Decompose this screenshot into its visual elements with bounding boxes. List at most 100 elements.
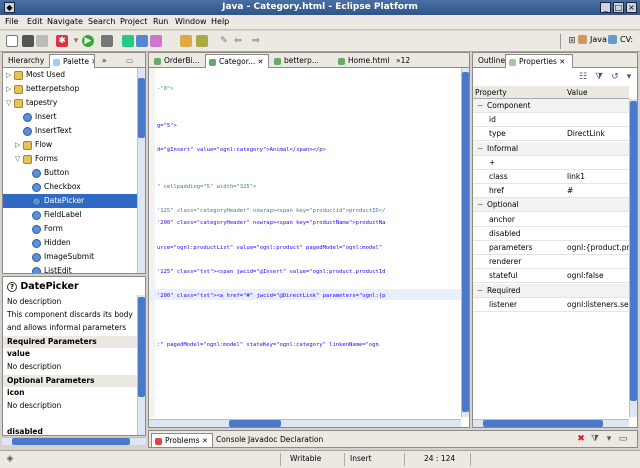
minimize-view-icon[interactable]: ▭: [123, 54, 136, 68]
property-row[interactable]: class link1: [473, 170, 629, 184]
external-tools-icon[interactable]: [101, 35, 113, 47]
property-category[interactable]: − Component: [473, 99, 629, 113]
tab-console[interactable]: Console: [213, 433, 249, 447]
last-edit-icon[interactable]: ✎: [218, 35, 230, 47]
property-value[interactable]: DirectLink: [567, 127, 629, 141]
open-perspective-icon[interactable]: ⊞: [566, 35, 578, 47]
properties-scrollbar[interactable]: [629, 99, 637, 417]
property-value[interactable]: ognl:{product.prod: [567, 241, 629, 255]
editor-hscroll-thumb[interactable]: [229, 420, 281, 427]
palette-item[interactable]: ListEdit: [3, 264, 137, 273]
editor-scroll-thumb[interactable]: [462, 72, 469, 412]
doc-scrollbar[interactable]: [137, 295, 145, 435]
menu-edit[interactable]: Edit: [27, 17, 43, 26]
expand-twisty-icon[interactable]: ▽: [15, 152, 23, 166]
tab-problems[interactable]: Problems ✕: [151, 433, 213, 447]
palette-item[interactable]: ▷ Flow: [3, 138, 137, 152]
palette-scrollbar[interactable]: [137, 68, 145, 273]
editor-tab[interactable]: betterp...: [271, 54, 333, 68]
editor-scrollbar[interactable]: [461, 68, 469, 417]
close-button[interactable]: ×: [626, 2, 637, 13]
collapse-icon[interactable]: −: [477, 142, 483, 156]
expand-twisty-icon[interactable]: ▷: [6, 68, 14, 82]
editor-tab[interactable]: Categor... ✕: [205, 54, 269, 68]
property-value[interactable]: #: [567, 184, 629, 198]
properties-hscroll-thumb[interactable]: [483, 420, 603, 427]
open-type-icon[interactable]: [180, 35, 192, 47]
editor-tab[interactable]: Home.html: [335, 54, 391, 68]
menu-project[interactable]: Project: [120, 17, 147, 26]
filter-icon[interactable]: ⧩: [593, 71, 605, 83]
categories-icon[interactable]: ☷: [577, 71, 589, 83]
properties-scroll-thumb[interactable]: [630, 101, 637, 401]
palette-item[interactable]: ▷ Most Used: [3, 68, 137, 82]
collapse-icon[interactable]: −: [477, 99, 483, 113]
cvs-perspective-button[interactable]: CV:: [608, 35, 633, 44]
palette-item[interactable]: DatePicker: [3, 194, 137, 208]
new-class-icon[interactable]: [150, 35, 162, 47]
restore-default-icon[interactable]: ↺: [609, 71, 621, 83]
property-row[interactable]: parameters ognl:{product.prod: [473, 241, 629, 255]
window-menu-icon[interactable]: ◆: [4, 2, 15, 13]
property-value[interactable]: ognl:listeners.selec: [567, 298, 629, 312]
back-arrow-icon[interactable]: ⇦: [232, 35, 244, 47]
view-menu-icon[interactable]: ▾: [603, 433, 615, 445]
save-icon[interactable]: [22, 35, 34, 47]
tab-palette[interactable]: Palette ✕: [49, 54, 95, 68]
minimize-button[interactable]: _: [600, 2, 611, 13]
palette-item[interactable]: Checkbox: [3, 180, 137, 194]
tab-overflow[interactable]: »: [99, 54, 110, 68]
forward-arrow-icon[interactable]: ⇨: [250, 35, 262, 47]
property-row[interactable]: disabled: [473, 227, 629, 241]
property-row[interactable]: stateful ognl:false: [473, 269, 629, 284]
property-category[interactable]: − Required: [473, 283, 629, 298]
menu-navigate[interactable]: Navigate: [47, 17, 83, 26]
property-row[interactable]: id: [473, 113, 629, 128]
view-menu-icon[interactable]: ▾: [623, 71, 635, 83]
palette-item[interactable]: ▽ tapestry: [3, 96, 137, 110]
palette-item[interactable]: Insert: [3, 110, 137, 124]
palette-item[interactable]: Form: [3, 222, 137, 236]
property-value[interactable]: link1: [567, 170, 629, 184]
tab-hierarchy[interactable]: Hierarchy: [5, 54, 47, 68]
editor-tab[interactable]: »12: [393, 54, 415, 68]
menu-window[interactable]: Window: [175, 17, 207, 26]
menu-file[interactable]: File: [5, 17, 18, 26]
print-icon[interactable]: [36, 35, 48, 47]
property-row[interactable]: listener ognl:listeners.selec: [473, 298, 629, 312]
close-icon[interactable]: ✕: [559, 58, 565, 66]
palette-item[interactable]: FieldLabel: [3, 208, 137, 222]
palette-item[interactable]: Button: [3, 166, 137, 180]
palette-item[interactable]: InsertText: [3, 124, 137, 138]
properties-hscrollbar[interactable]: [473, 419, 629, 427]
property-category[interactable]: − Informal: [473, 141, 629, 156]
close-icon[interactable]: ✕: [91, 58, 94, 66]
collapse-icon[interactable]: −: [477, 198, 483, 212]
property-value[interactable]: ognl:false: [567, 269, 629, 283]
left-hscroll-thumb[interactable]: [12, 438, 130, 445]
menu-search[interactable]: Search: [88, 17, 115, 26]
fast-view-icon[interactable]: ◈: [4, 453, 16, 465]
dropdown-arrow-icon[interactable]: ▾: [70, 35, 82, 47]
doc-scroll-thumb[interactable]: [138, 297, 145, 397]
palette-item[interactable]: ▽ Forms: [3, 152, 137, 166]
left-hscrollbar[interactable]: [2, 437, 146, 445]
tab-declaration[interactable]: Declaration: [277, 433, 326, 447]
tab-outline[interactable]: Outline: [475, 54, 508, 68]
expand-twisty-icon[interactable]: ▽: [6, 96, 14, 110]
expand-twisty-icon[interactable]: ▷: [15, 138, 23, 152]
close-icon[interactable]: ✕: [255, 58, 264, 66]
search-icon[interactable]: [196, 35, 208, 47]
palette-scroll-thumb[interactable]: [138, 78, 145, 138]
menu-run[interactable]: Run: [153, 17, 168, 26]
property-row[interactable]: +: [473, 156, 629, 170]
java-perspective-button[interactable]: Java: [578, 35, 607, 44]
palette-item[interactable]: Hidden: [3, 236, 137, 250]
close-icon[interactable]: ✕: [202, 437, 208, 445]
palette-item[interactable]: ImageSubmit: [3, 250, 137, 264]
new-java-project-icon[interactable]: [122, 35, 134, 47]
delete-icon[interactable]: ✖: [575, 433, 587, 445]
filter-icon[interactable]: ⧩: [589, 433, 601, 445]
property-row[interactable]: type DirectLink: [473, 127, 629, 142]
expand-twisty-icon[interactable]: ▷: [6, 82, 14, 96]
